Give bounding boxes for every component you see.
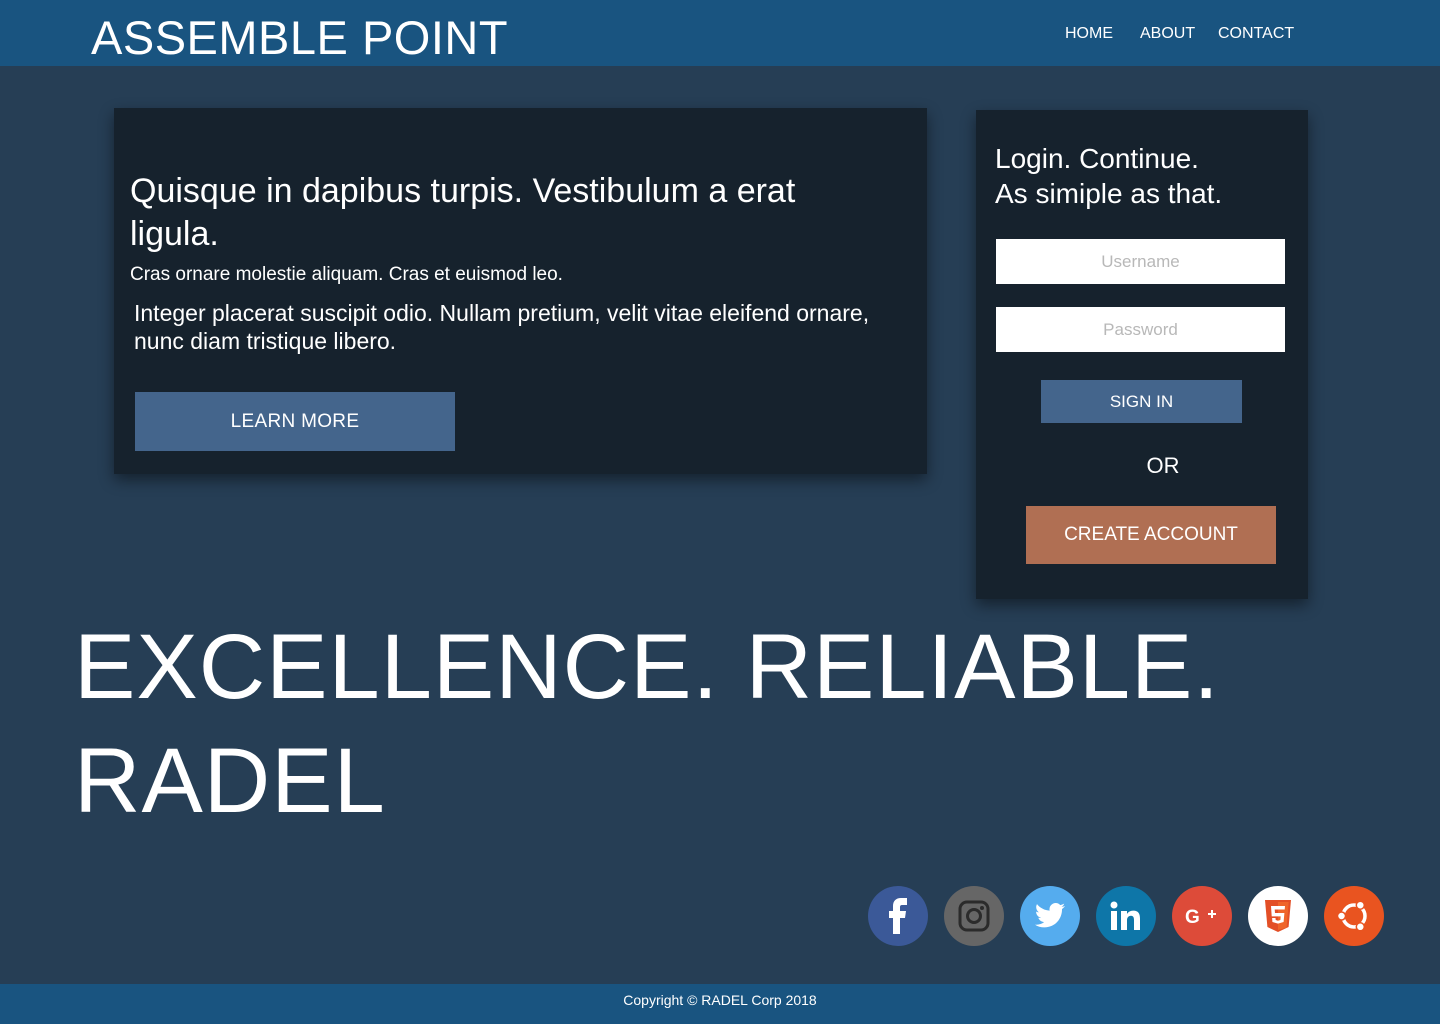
- html5-icon[interactable]: [1248, 886, 1308, 946]
- top-navbar: ASSEMBLE POINT HOME ABOUT CONTACT: [0, 0, 1440, 66]
- learn-more-button[interactable]: LEARN MORE: [135, 392, 455, 451]
- tagline-line-2: RADEL: [74, 730, 386, 832]
- login-card: Login. Continue. As simiple as that. SIG…: [976, 110, 1308, 599]
- login-title: Login. Continue. As simiple as that.: [995, 141, 1295, 211]
- sign-in-button[interactable]: SIGN IN: [1041, 380, 1242, 423]
- linkedin-icon[interactable]: [1096, 886, 1156, 946]
- twitter-icon[interactable]: [1020, 886, 1080, 946]
- footer: Copyright © RADEL Corp 2018: [0, 984, 1440, 1024]
- google-plus-icon[interactable]: G: [1172, 886, 1232, 946]
- facebook-icon[interactable]: [868, 886, 928, 946]
- username-input[interactable]: [996, 239, 1285, 284]
- copyright-text: Copyright © RADEL Corp 2018: [623, 992, 817, 1008]
- nav-home-link[interactable]: HOME: [1065, 24, 1113, 44]
- or-divider-text: OR: [1146, 453, 1180, 478]
- tagline-line-1: EXCELLENCE. RELIABLE.: [74, 616, 1220, 718]
- instagram-icon[interactable]: [944, 886, 1004, 946]
- login-title-line-2: As simiple as that.: [995, 178, 1223, 209]
- hero-body-text: Integer placerat suscipit odio. Nullam p…: [134, 300, 870, 354]
- password-input[interactable]: [996, 307, 1285, 352]
- brand-logo[interactable]: ASSEMBLE POINT: [91, 12, 508, 64]
- ubuntu-icon[interactable]: [1324, 886, 1384, 946]
- hero-heading: Quisque in dapibus turpis. Vestibulum a …: [130, 172, 796, 253]
- nav-about-link[interactable]: ABOUT: [1140, 24, 1195, 44]
- nav-contact-link[interactable]: CONTACT: [1218, 24, 1294, 44]
- create-account-button[interactable]: CREATE ACCOUNT: [1026, 506, 1276, 564]
- tagline: EXCELLENCE. RELIABLE. RADEL: [74, 610, 1274, 838]
- hero-subheading: Cras ornare molestie aliquam. Cras et eu…: [130, 264, 563, 285]
- hero-card: Quisque in dapibus turpis. Vestibulum a …: [114, 108, 927, 474]
- login-title-line-1: Login. Continue.: [995, 143, 1199, 174]
- svg-text:G: G: [1185, 907, 1200, 928]
